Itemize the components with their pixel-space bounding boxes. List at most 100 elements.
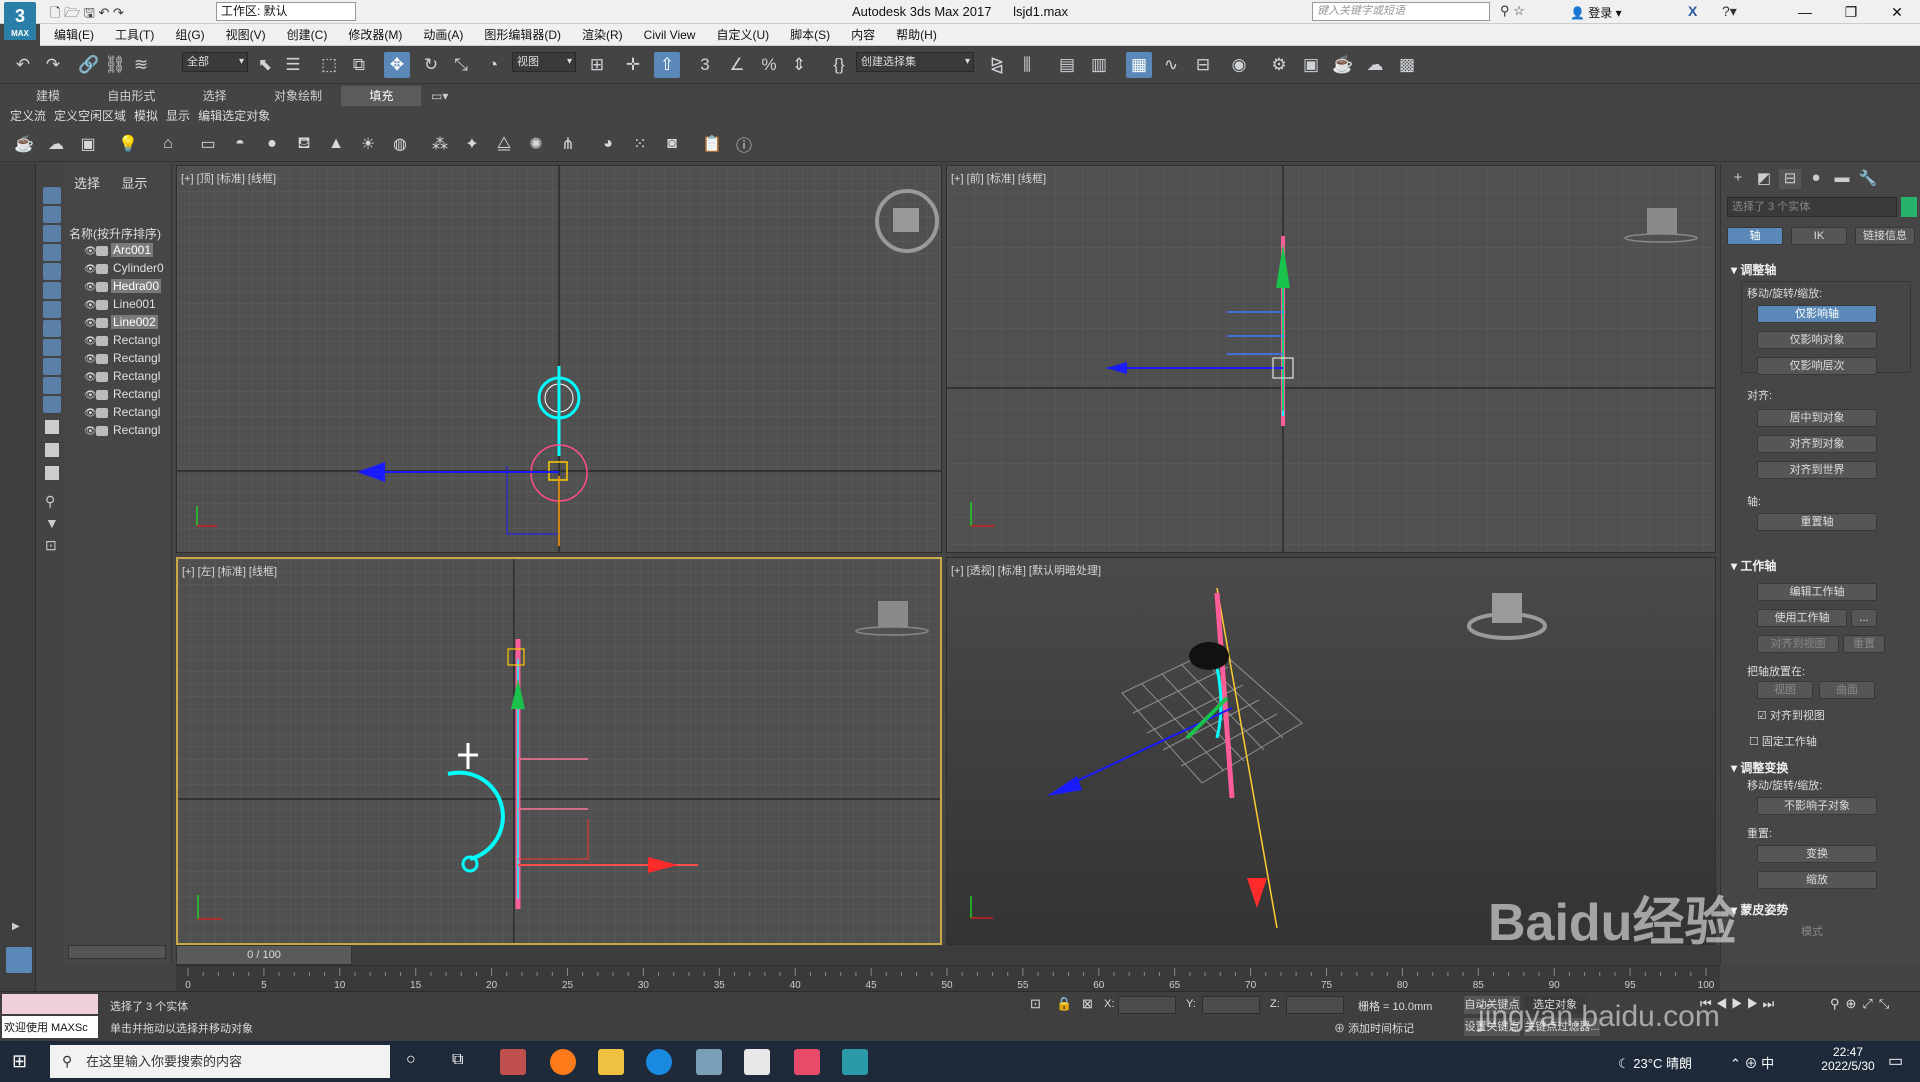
- menu-graph-editors[interactable]: 图形编辑器(D): [484, 26, 561, 43]
- place-on-surface-button[interactable]: 曲面: [1819, 681, 1875, 699]
- selection-name-field[interactable]: 选择了 3 个实体: [1727, 197, 1897, 217]
- teapot2-icon[interactable]: ⛾: [292, 132, 316, 156]
- system-tray-icons[interactable]: ⌃ ⊕ 中: [1730, 1053, 1774, 1072]
- menu-edit[interactable]: 编辑(E): [54, 26, 94, 43]
- isolate-selection-icon[interactable]: ⊡: [1030, 996, 1041, 1012]
- exchange-icon[interactable]: X: [1688, 3, 1697, 19]
- app7-icon[interactable]: [794, 1049, 820, 1075]
- weather-widget[interactable]: ☾ 23°C 晴朗: [1618, 1053, 1692, 1072]
- display-cameras-icon[interactable]: [43, 263, 61, 280]
- align-to-view-checkbox[interactable]: ☑ 对齐到视图: [1757, 707, 1825, 723]
- task-view-icon[interactable]: ⧉: [452, 1051, 463, 1069]
- taskbar-search[interactable]: ⚲ 在这里输入你要搜索的内容: [50, 1045, 390, 1078]
- undo-icon[interactable]: ↶: [10, 52, 36, 78]
- center-to-object-button[interactable]: 居中到对象: [1757, 409, 1877, 427]
- select-place-icon[interactable]: ◔: [480, 52, 506, 78]
- multi-material-icon[interactable]: ⁙: [628, 132, 652, 156]
- visibility-eye-icon[interactable]: 👁: [84, 318, 97, 329]
- app5-icon[interactable]: [696, 1049, 722, 1075]
- column-header[interactable]: 名称(按升序排序): [69, 225, 161, 242]
- snaps-toggle-icon[interactable]: 3: [692, 52, 718, 78]
- clipboard-icon[interactable]: 📋: [700, 132, 724, 156]
- pivot-tab-button[interactable]: 轴: [1727, 227, 1783, 245]
- display-helpers-icon[interactable]: [43, 282, 61, 299]
- tab-select[interactable]: 选择: [74, 176, 100, 191]
- adjust-pivot-rollout[interactable]: ▾ 调整轴: [1731, 261, 1776, 278]
- start-icon[interactable]: ⊞: [12, 1051, 27, 1072]
- window-crossing-icon[interactable]: ⧉: [346, 52, 372, 78]
- reference-coord-dropdown[interactable]: 视图: [512, 52, 576, 72]
- utilities-tab-icon[interactable]: 🔧: [1857, 169, 1879, 189]
- hierarchy-tab-icon[interactable]: ⊟: [1779, 169, 1801, 189]
- viewport-front[interactable]: [+] [前] [标准] [线框]: [946, 165, 1716, 553]
- material-editor-icon[interactable]: ◉: [1226, 52, 1252, 78]
- align-to-view-button[interactable]: 对齐到视图: [1757, 635, 1839, 653]
- grass-icon[interactable]: ⋔: [556, 132, 580, 156]
- viewport-top[interactable]: [+] [顶] [标准] [线框]: [176, 165, 942, 553]
- sphere-icon[interactable]: ●: [260, 132, 284, 156]
- dynamics-icon[interactable]: ✦: [460, 132, 484, 156]
- viewport-left[interactable]: [+] [左] [标准] [线框]: [176, 557, 942, 945]
- reset-pivot-button[interactable]: 重置轴: [1757, 513, 1877, 531]
- edit-working-pivot-button[interactable]: 编辑工作轴: [1757, 583, 1877, 601]
- selection-lock-icon[interactable]: 🔒: [1056, 996, 1072, 1012]
- named-selection-dropdown[interactable]: 创建选择集: [856, 52, 974, 72]
- skylight-icon[interactable]: ◍: [388, 132, 412, 156]
- working-pivot-more-button[interactable]: ...: [1851, 609, 1877, 627]
- unlink-icon[interactable]: ⛓: [102, 52, 128, 78]
- display-tab-icon[interactable]: ▬: [1831, 169, 1853, 189]
- material-sphere-icon[interactable]: ◕: [596, 132, 620, 156]
- tab-selection[interactable]: 选择: [175, 86, 255, 106]
- explorer-scrollbar[interactable]: [68, 945, 166, 959]
- use-working-pivot-button[interactable]: 使用工作轴: [1757, 609, 1847, 627]
- redo-icon[interactable]: ↷: [40, 52, 66, 78]
- absolute-mode-icon[interactable]: ⊠: [1082, 996, 1093, 1012]
- toggle-ribbon-icon[interactable]: ▥: [1086, 52, 1112, 78]
- scene-object-row[interactable]: 👁 Cylinder0: [84, 261, 170, 279]
- layer-explorer-icon[interactable]: ▤: [1054, 52, 1080, 78]
- search-input[interactable]: 键入关键字或短语: [1312, 2, 1490, 21]
- sun-icon[interactable]: ☀: [356, 132, 380, 156]
- visibility-eye-icon[interactable]: 👁: [84, 390, 97, 401]
- spinner-snap-icon[interactable]: ⇕: [786, 52, 812, 78]
- align-to-object-button[interactable]: 对齐到对象: [1757, 435, 1877, 453]
- camera-icon[interactable]: ⌂: [156, 132, 180, 156]
- scene-object-row[interactable]: 👁 Hedra00: [84, 279, 170, 297]
- display-shapes-icon[interactable]: [43, 225, 61, 242]
- menu-view[interactable]: 视图(V): [226, 26, 266, 43]
- modify-tab-icon[interactable]: ◩: [1753, 169, 1775, 189]
- info-icon[interactable]: ⓘ: [732, 132, 756, 156]
- login-button[interactable]: 👤 登录 ▾: [1570, 4, 1622, 21]
- viewport-layout-icon[interactable]: [6, 947, 32, 973]
- box-icon[interactable]: ▭: [196, 132, 220, 156]
- affect-object-only-button[interactable]: 仅影响对象: [1757, 331, 1877, 349]
- link-info-tab-button[interactable]: 链接信息: [1855, 227, 1915, 245]
- angle-snap-icon[interactable]: ∠: [724, 52, 750, 78]
- reset-working-pivot-button[interactable]: 重置: [1843, 635, 1885, 653]
- visibility-eye-icon[interactable]: 👁: [84, 264, 97, 275]
- display-none-icon[interactable]: [43, 187, 61, 204]
- dome-icon[interactable]: ◓: [228, 132, 252, 156]
- hair-icon[interactable]: ✺: [524, 132, 548, 156]
- tab-display[interactable]: 显示: [121, 176, 147, 191]
- render-production-icon[interactable]: ☕: [1330, 52, 1356, 78]
- motion-tab-icon[interactable]: ●: [1805, 169, 1827, 189]
- mirror-icon[interactable]: ⧎: [984, 52, 1010, 78]
- image-icon[interactable]: ▣: [76, 132, 100, 156]
- rendered-frame-icon[interactable]: ▣: [1298, 52, 1324, 78]
- display-xrefs-icon[interactable]: [43, 339, 61, 356]
- menu-customize[interactable]: 自定义(U): [716, 26, 769, 43]
- panel-define-flows[interactable]: 定义流: [10, 107, 46, 124]
- menu-content[interactable]: 内容: [851, 26, 875, 43]
- adjust-transform-rollout[interactable]: ▾ 调整变换: [1731, 759, 1788, 776]
- z-coord-input[interactable]: [1286, 996, 1344, 1014]
- select-by-name-icon[interactable]: ☰: [280, 52, 306, 78]
- help-icon[interactable]: ?▾: [1722, 3, 1737, 20]
- display-groups-icon[interactable]: [43, 320, 61, 337]
- visibility-eye-icon[interactable]: 👁: [84, 336, 97, 347]
- menu-help[interactable]: 帮助(H): [896, 26, 937, 43]
- close-button[interactable]: ✕: [1874, 0, 1920, 24]
- cloud-icon[interactable]: ☁: [44, 132, 68, 156]
- app1-icon[interactable]: [500, 1049, 526, 1075]
- scene-object-row[interactable]: 👁 Rectangl: [84, 333, 170, 351]
